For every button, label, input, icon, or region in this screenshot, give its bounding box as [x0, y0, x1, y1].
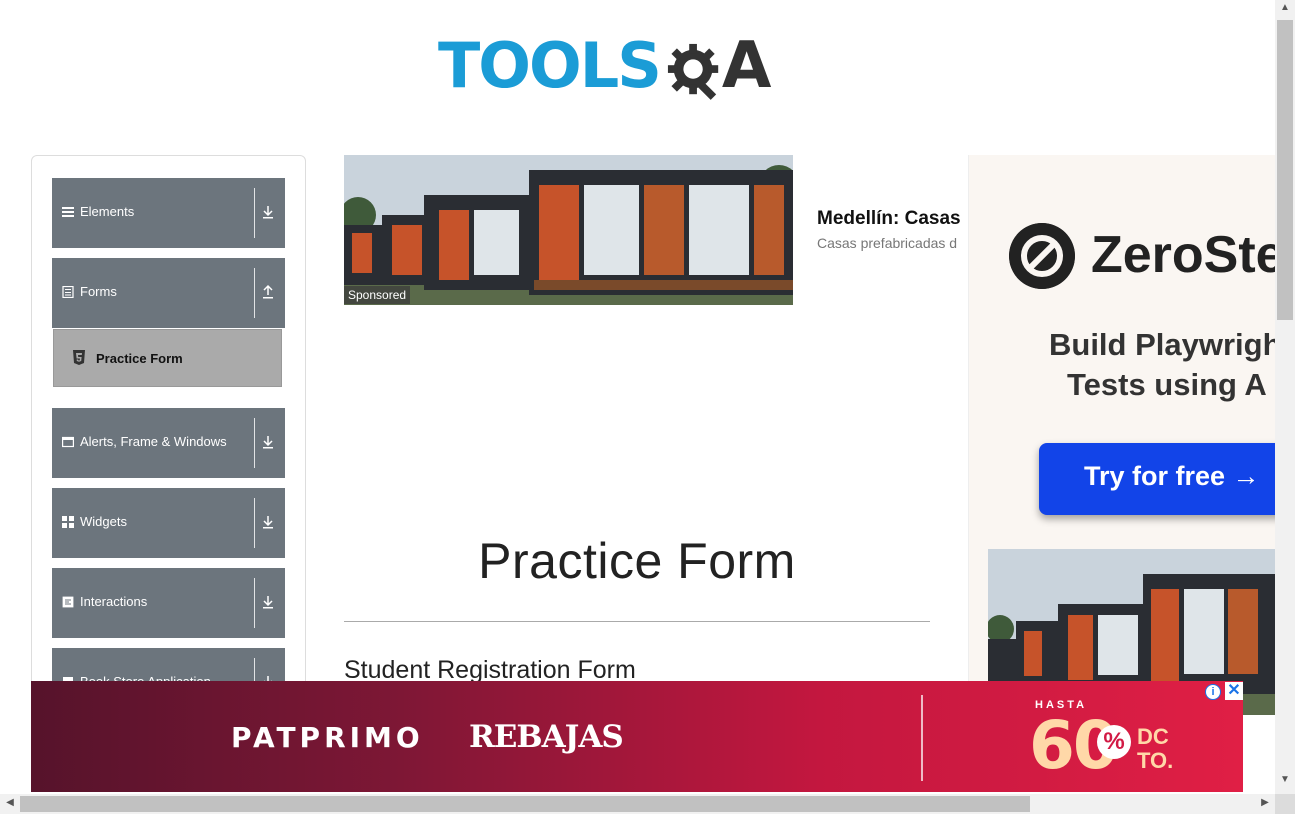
ad-dcto: DC TO.: [1137, 724, 1174, 773]
ad-brand: ZeroSte: [1091, 226, 1275, 284]
upload-arrow-icon[interactable]: [261, 284, 275, 300]
sidebar-group-widgets[interactable]: Widgets: [52, 488, 285, 558]
right-banner-ad[interactable]: ZeroSte Build Playwrigh Tests using A Tr…: [968, 155, 1275, 715]
scroll-up-arrow-icon[interactable]: ▲: [1275, 2, 1295, 18]
ad-tagline-1: Build Playwrigh: [1049, 327, 1275, 362]
list-icon: [62, 207, 74, 217]
logo-text: TOOLS: [438, 29, 662, 102]
scroll-down-arrow-icon[interactable]: ▼: [1275, 774, 1295, 790]
sidebar-group-label: Interactions: [80, 594, 148, 609]
divider: [254, 578, 255, 628]
ad-subline[interactable]: Casas prefabricadas d: [817, 235, 968, 251]
ad-brand-patprimo: PATPRIMO: [231, 721, 424, 754]
page-title: Practice Form: [478, 533, 796, 589]
sidebar-group-label: Alerts, Frame & Windows: [80, 434, 227, 449]
sidebar-group-forms[interactable]: Forms: [52, 258, 285, 328]
widgets-icon: [62, 516, 74, 528]
sidebar-group-elements[interactable]: Elements: [52, 178, 285, 248]
form-icon: [62, 286, 74, 298]
horizontal-scroll-thumb[interactable]: [20, 796, 1030, 812]
sponsored-ad-image[interactable]: [344, 155, 793, 305]
window-icon: [62, 436, 74, 448]
left-sidebar: Elements Forms Practice Form Alerts, Fra…: [31, 155, 306, 715]
zerostep-logo-icon: [1009, 223, 1075, 289]
try-for-free-button[interactable]: Try for free →: [1039, 443, 1275, 515]
sidebar-item-label: Practice Form: [96, 351, 183, 366]
sidebar-item-practice-form[interactable]: Practice Form: [53, 329, 282, 387]
download-arrow-icon[interactable]: [261, 594, 275, 610]
scroll-left-arrow-icon[interactable]: ◀: [2, 797, 18, 808]
title-divider: [344, 621, 930, 622]
divider: [254, 268, 255, 318]
scroll-right-arrow-icon[interactable]: ▶: [1257, 797, 1273, 808]
bottom-banner-ad[interactable]: PATPRIMO REBAJAS HASTA 60 % DC TO. i ✕: [31, 681, 1243, 792]
html5-icon: [73, 350, 85, 365]
toolsqa-logo[interactable]: TOOLS A: [438, 20, 771, 112]
ad-tagline-2: Tests using A: [1067, 367, 1267, 402]
gear-magnifier-icon: [667, 43, 719, 100]
sidebar-group-label: Elements: [80, 204, 135, 219]
sidebar-group-label: Widgets: [80, 514, 127, 529]
ad-campaign: REBAJAS: [469, 719, 624, 755]
ad-close-icon[interactable]: ✕: [1225, 682, 1243, 700]
interactions-icon: [62, 596, 74, 608]
download-arrow-icon[interactable]: [261, 514, 275, 530]
ad-headline[interactable]: Medellín: Casas: [817, 208, 968, 230]
ad-divider: [921, 695, 923, 781]
sponsored-tag: Sponsored: [344, 286, 411, 304]
download-arrow-icon[interactable]: [261, 434, 275, 450]
divider: [254, 188, 255, 238]
sidebar-group-interactions[interactable]: Interactions: [52, 568, 285, 638]
container-houses-image: [344, 155, 793, 305]
sidebar-group-label: Forms: [80, 284, 117, 299]
sidebar-group-alerts[interactable]: Alerts, Frame & Windows: [52, 408, 285, 478]
scrollbar-corner: [1275, 794, 1295, 814]
logo-suffix: A: [721, 29, 772, 103]
download-arrow-icon[interactable]: [261, 204, 275, 220]
vertical-scroll-thumb[interactable]: [1277, 20, 1293, 320]
divider: [254, 418, 255, 468]
ad-info-icon[interactable]: i: [1205, 684, 1221, 700]
ad-percent: %: [1097, 725, 1131, 759]
divider: [254, 498, 255, 548]
